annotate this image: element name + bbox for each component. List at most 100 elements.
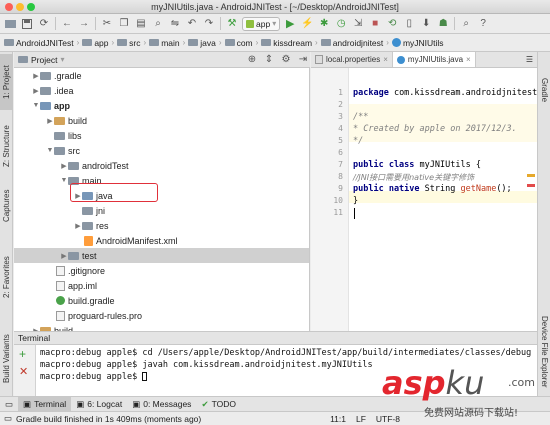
collapse-arrow-icon[interactable]: ▼: [60, 177, 68, 184]
breadcrumb-myjniutils[interactable]: myJNIUtils: [391, 38, 444, 48]
line-separator[interactable]: LF: [356, 414, 366, 424]
tree-item-res-dir[interactable]: ▶ res: [14, 218, 309, 233]
search-everywhere-icon[interactable]: ⌕: [459, 17, 473, 31]
run-configuration-select[interactable]: app ▾: [242, 16, 281, 31]
expand-arrow-icon[interactable]: ▶: [46, 117, 54, 125]
back-arrow-icon[interactable]: ←: [60, 17, 74, 31]
tree-item-idea-dir[interactable]: ▶ .idea: [14, 83, 309, 98]
attach-debugger-icon[interactable]: ⇲: [351, 17, 365, 31]
tree-item-main-dir[interactable]: ▼ main: [14, 173, 309, 188]
tool-tab-device-file-explorer[interactable]: Device File Explorer: [538, 310, 550, 394]
tool-tab-project[interactable]: 1: Project: [0, 54, 13, 110]
error-stripe-marker[interactable]: [527, 184, 535, 187]
expand-arrow-icon[interactable]: ▶: [74, 222, 82, 230]
tree-item-src-dir[interactable]: ▼ src: [14, 143, 309, 158]
device-monitor-icon[interactable]: ☗: [436, 17, 450, 31]
breadcrumb-main[interactable]: main: [149, 38, 180, 48]
expand-arrow-icon[interactable]: ▶: [60, 252, 68, 260]
breadcrumb-project[interactable]: AndroidJNITest: [4, 38, 74, 48]
tree-item-app-module[interactable]: ▼ app: [14, 98, 309, 113]
chevron-down-icon[interactable]: ▾: [60, 55, 64, 64]
editor-tab-local-properties[interactable]: local.properties ×: [311, 52, 393, 67]
replace-icon[interactable]: ⇋: [168, 17, 182, 31]
error-stripe-marker[interactable]: [527, 174, 535, 177]
folder-icon: [82, 206, 93, 215]
tree-item-libs-dir[interactable]: libs: [14, 128, 309, 143]
scroll-from-source-icon[interactable]: ⊕: [245, 53, 259, 67]
expand-arrow-icon[interactable]: ▶: [32, 72, 40, 80]
forward-arrow-icon[interactable]: →: [77, 17, 91, 31]
tool-tab-favorites[interactable]: 2: Favorites: [0, 248, 13, 306]
tree-item-test-dir[interactable]: ▶ test: [14, 248, 309, 263]
help-icon[interactable]: ?: [476, 17, 490, 31]
project-view-select[interactable]: Project: [31, 55, 57, 65]
editor-tab-myjniutils[interactable]: myJNIUtils.java ×: [392, 52, 476, 67]
tool-tab-build-variants[interactable]: Build Variants: [0, 324, 13, 394]
terminal-prompt[interactable]: macpro:debug apple$: [40, 372, 148, 382]
paste-icon[interactable]: ▤: [134, 17, 148, 31]
collapse-all-icon[interactable]: ⇕: [262, 53, 276, 67]
avd-manager-icon[interactable]: ▯: [402, 17, 416, 31]
tool-tab-structure[interactable]: Z: Structure: [0, 118, 13, 174]
tool-tab-captures[interactable]: Captures: [0, 182, 13, 230]
caret-position[interactable]: 11:1: [330, 414, 346, 424]
tree-item-build-dir[interactable]: ▶ build: [14, 113, 309, 128]
status-icon: ▭: [4, 413, 13, 423]
tool-tab-messages[interactable]: ▣ 0: Messages: [127, 397, 196, 412]
code-editor[interactable]: 1 2 3 4 5 6 7 8 9 10 11 package com.kiss…: [311, 68, 537, 331]
close-icon[interactable]: ×: [383, 55, 388, 64]
find-icon[interactable]: ⌕: [151, 17, 165, 31]
tree-item-app-iml[interactable]: app.iml: [14, 278, 309, 293]
breadcrumb-java[interactable]: java: [188, 38, 216, 48]
profile-icon[interactable]: ◷: [334, 17, 348, 31]
save-all-icon[interactable]: [20, 17, 34, 31]
breadcrumb-src[interactable]: src: [117, 38, 141, 48]
settings-gear-icon[interactable]: ⚙: [279, 53, 293, 67]
redo-icon[interactable]: ↷: [202, 17, 216, 31]
close-icon[interactable]: ×: [466, 55, 471, 64]
tree-item-build-gradle[interactable]: build.gradle: [14, 293, 309, 308]
tree-item-java-dir[interactable]: ▶ java: [14, 188, 309, 203]
tree-item-proguard[interactable]: proguard-rules.pro: [14, 308, 309, 323]
tool-tab-terminal[interactable]: ▣ Terminal: [18, 396, 72, 412]
minimize-window-button[interactable]: [16, 3, 24, 11]
hide-panel-icon[interactable]: ⇥: [296, 53, 310, 67]
make-project-icon[interactable]: ⚒: [225, 17, 239, 31]
collapse-arrow-icon[interactable]: ▼: [32, 102, 40, 109]
tree-item-gitignore[interactable]: .gitignore: [14, 263, 309, 278]
open-folder-icon[interactable]: [3, 17, 17, 31]
tab-overflow-icon[interactable]: ☰: [522, 52, 537, 67]
debug-icon[interactable]: ✱: [317, 17, 331, 31]
breadcrumb-app[interactable]: app: [82, 38, 109, 48]
tool-tab-gradle[interactable]: Gradle: [538, 70, 550, 110]
cut-icon[interactable]: ✂: [100, 17, 114, 31]
tool-tab-logcat[interactable]: ▣ 6: Logcat: [71, 397, 127, 412]
tree-item-gradle-dir[interactable]: ▶ .gradle: [14, 68, 309, 83]
copy-icon[interactable]: ❐: [117, 17, 131, 31]
zoom-window-button[interactable]: [27, 3, 35, 11]
undo-icon[interactable]: ↶: [185, 17, 199, 31]
close-session-icon[interactable]: ✕: [19, 367, 28, 378]
close-window-button[interactable]: [5, 3, 13, 11]
status-message[interactable]: Gradle build finished in 1s 409ms (momen…: [16, 414, 201, 424]
gradle-sync-icon[interactable]: ⟲: [385, 17, 399, 31]
tool-tab-todo[interactable]: ✔ TODO: [196, 397, 241, 412]
tree-item-jni-dir[interactable]: jni: [14, 203, 309, 218]
collapse-arrow-icon[interactable]: ▼: [46, 147, 54, 154]
file-encoding[interactable]: UTF-8: [376, 414, 400, 424]
breadcrumb-com[interactable]: com: [224, 38, 253, 48]
breadcrumb-androidjnitest[interactable]: androidjnitest: [320, 38, 383, 48]
tree-item-root-build-dir[interactable]: ▶ build: [14, 323, 309, 331]
hide-toolbars-icon[interactable]: ▭: [0, 397, 18, 412]
stop-icon[interactable]: ■: [368, 17, 382, 31]
apply-changes-icon[interactable]: ⚡: [300, 17, 314, 31]
sync-icon[interactable]: ⟳: [37, 17, 51, 31]
tree-item-androidtest-dir[interactable]: ▶ androidTest: [14, 158, 309, 173]
expand-arrow-icon[interactable]: ▶: [60, 162, 68, 170]
new-session-icon[interactable]: +: [19, 348, 26, 360]
breadcrumb-kissdream[interactable]: kissdream: [261, 38, 312, 48]
run-icon[interactable]: ▶: [283, 17, 297, 31]
sdk-manager-icon[interactable]: ⬇: [419, 17, 433, 31]
expand-arrow-icon[interactable]: ▶: [32, 87, 40, 95]
tree-item-manifest[interactable]: AndroidManifest.xml: [14, 233, 309, 248]
